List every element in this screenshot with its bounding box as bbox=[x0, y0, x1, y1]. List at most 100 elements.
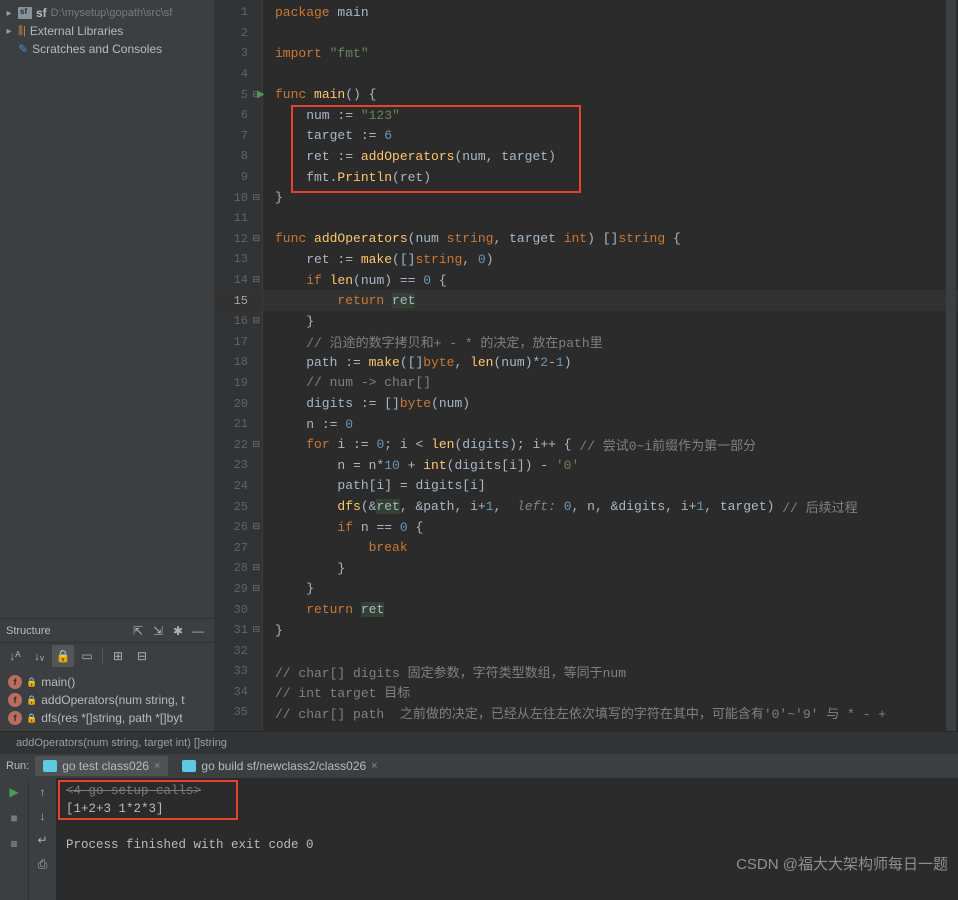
gutter-line[interactable]: 7 bbox=[215, 126, 262, 147]
code-line[interactable]: num := "123" bbox=[263, 105, 958, 126]
fold-icon[interactable]: ⊟ bbox=[252, 193, 260, 203]
gutter-line[interactable]: 2 bbox=[215, 23, 262, 44]
code-line[interactable]: } bbox=[263, 558, 958, 579]
gutter-line[interactable]: 27 bbox=[215, 537, 262, 558]
fold-icon[interactable]: ⊟ bbox=[252, 275, 260, 285]
code-line[interactable]: path := make([]byte, len(num)*2-1) bbox=[263, 352, 958, 373]
code-line[interactable]: return ret bbox=[263, 599, 958, 620]
layout-icon[interactable]: ≡ bbox=[4, 834, 24, 854]
chevron-right-icon[interactable]: ▸ bbox=[4, 26, 14, 37]
code-line[interactable]: func main() { bbox=[263, 84, 958, 105]
gutter-line[interactable]: 16⊟ bbox=[215, 311, 262, 332]
scratches[interactable]: ✎ Scratches and Consoles bbox=[0, 40, 214, 58]
external-libraries[interactable]: ▸ ⫼| External Libraries bbox=[0, 22, 214, 40]
code-line[interactable]: } bbox=[263, 620, 958, 641]
gutter-line[interactable]: 24 bbox=[215, 476, 262, 497]
close-icon[interactable]: × bbox=[371, 760, 377, 772]
up-icon[interactable]: ↑ bbox=[33, 782, 53, 802]
down-icon[interactable]: ↓ bbox=[33, 806, 53, 826]
code-line[interactable]: n = n*10 + int(digits[i]) - '0' bbox=[263, 455, 958, 476]
gutter-line[interactable]: 23 bbox=[215, 455, 262, 476]
wrap-icon[interactable]: ↵ bbox=[33, 830, 53, 850]
code-line[interactable] bbox=[263, 640, 958, 661]
gutter-line[interactable]: 5▶⊟ bbox=[215, 84, 262, 105]
scrollbar[interactable] bbox=[946, 0, 956, 731]
code-line[interactable]: target := 6 bbox=[263, 126, 958, 147]
gutter-line[interactable]: 6 bbox=[215, 105, 262, 126]
code-line[interactable]: break bbox=[263, 537, 958, 558]
structure-item[interactable]: f🔒addOperators(num string, t bbox=[0, 691, 214, 709]
code-line[interactable]: return ret bbox=[263, 290, 958, 311]
gutter-line[interactable]: 17 bbox=[215, 332, 262, 353]
code-line[interactable]: // char[] path 之前做的决定，已经从左往左依次填写的字符在其中，可… bbox=[263, 702, 958, 723]
fold-icon[interactable]: ⊟ bbox=[252, 90, 260, 100]
gutter-line[interactable]: 25 bbox=[215, 496, 262, 517]
code-line[interactable]: } bbox=[263, 311, 958, 332]
collapse-icon[interactable]: ⇲ bbox=[148, 621, 168, 641]
fold-icon[interactable]: ⊟ bbox=[252, 234, 260, 244]
structure-item[interactable]: f🔒dfs(res *[]string, path *[]byt bbox=[0, 709, 214, 727]
gutter-line[interactable]: 15 bbox=[215, 290, 262, 311]
breadcrumb-bar[interactable]: addOperators(num string, target int) []s… bbox=[0, 731, 958, 753]
fold-icon[interactable]: ⊟ bbox=[252, 625, 260, 635]
gutter-line[interactable]: 19 bbox=[215, 373, 262, 394]
code-line[interactable]: dfs(&ret, &path, i+1, left: 0, n, &digit… bbox=[263, 496, 958, 517]
sort-visibility-icon[interactable]: ↓ᵥ bbox=[28, 645, 50, 667]
gutter-line[interactable]: 22⊟ bbox=[215, 434, 262, 455]
code-line[interactable]: } bbox=[263, 187, 958, 208]
structure-item[interactable]: f🔒main() bbox=[0, 673, 214, 691]
fold-icon[interactable]: ⊟ bbox=[252, 440, 260, 450]
chevron-right-icon[interactable]: ▸ bbox=[4, 8, 14, 19]
gutter-line[interactable]: 11 bbox=[215, 208, 262, 229]
code-line[interactable]: } bbox=[263, 579, 958, 600]
gutter-line[interactable]: 3 bbox=[215, 43, 262, 64]
gutter-line[interactable]: 33 bbox=[215, 661, 262, 682]
gutter-line[interactable]: 34 bbox=[215, 682, 262, 703]
code-line[interactable]: fmt.Println(ret) bbox=[263, 167, 958, 188]
gutter-line[interactable]: 32 bbox=[215, 640, 262, 661]
gutter-line[interactable]: 4 bbox=[215, 64, 262, 85]
print-icon[interactable]: ⎙ bbox=[33, 854, 53, 874]
code-line[interactable]: // 沿途的数字拷贝和+ - * 的决定，放在path里 bbox=[263, 332, 958, 353]
collapse-all-icon[interactable]: ⊟ bbox=[131, 645, 153, 667]
code-line[interactable]: for i := 0; i < len(digits); i++ { // 尝试… bbox=[263, 434, 958, 455]
gutter-line[interactable]: 1 bbox=[215, 2, 262, 23]
filter-lock-icon[interactable]: 🔒 bbox=[52, 645, 74, 667]
code-line[interactable] bbox=[263, 23, 958, 44]
gear-icon[interactable]: ✱ bbox=[168, 621, 188, 641]
gutter-line[interactable]: 26⊟ bbox=[215, 517, 262, 538]
stop-icon[interactable]: ■ bbox=[4, 808, 24, 828]
rerun-icon[interactable]: ▶ bbox=[4, 782, 24, 802]
gutter-line[interactable]: 12⊟ bbox=[215, 229, 262, 250]
code-line[interactable]: if len(num) == 0 { bbox=[263, 270, 958, 291]
gutter-line[interactable]: 13 bbox=[215, 249, 262, 270]
code-line[interactable]: path[i] = digits[i] bbox=[263, 476, 958, 497]
code-line[interactable]: if n == 0 { bbox=[263, 517, 958, 538]
fold-icon[interactable]: ⊟ bbox=[252, 316, 260, 326]
gutter[interactable]: 12345▶⊟678910⊟1112⊟1314⊟1516⊟17181920212… bbox=[215, 0, 263, 731]
run-tab-inactive[interactable]: go build sf/newclass2/class026 × bbox=[174, 756, 385, 776]
code-line[interactable]: package main bbox=[263, 2, 958, 23]
hide-icon[interactable]: — bbox=[188, 621, 208, 641]
gutter-line[interactable]: 18 bbox=[215, 352, 262, 373]
run-tab-active[interactable]: go test class026 × bbox=[35, 756, 168, 776]
code-line[interactable]: func addOperators(num string, target int… bbox=[263, 229, 958, 250]
expand-icon[interactable]: ⇱ bbox=[128, 621, 148, 641]
gutter-line[interactable]: 21 bbox=[215, 414, 262, 435]
fold-icon[interactable]: ⊟ bbox=[252, 522, 260, 532]
close-icon[interactable]: × bbox=[154, 760, 160, 772]
gutter-line[interactable]: 35 bbox=[215, 702, 262, 723]
code-line[interactable]: // char[] digits 固定参数，字符类型数组，等同于num bbox=[263, 661, 958, 682]
expand-all-icon[interactable]: ⊞ bbox=[107, 645, 129, 667]
project-root[interactable]: ▸ sf D:\mysetup\gopath\src\sf bbox=[0, 4, 214, 22]
gutter-line[interactable]: 9 bbox=[215, 167, 262, 188]
sort-alpha-icon[interactable]: ↓ᴬ bbox=[4, 645, 26, 667]
run-console[interactable]: <4 go setup calls>[1+2+3 1*2*3]Process f… bbox=[56, 778, 958, 900]
code-body[interactable]: package mainimport "fmt"func main() { nu… bbox=[263, 0, 958, 731]
code-line[interactable]: digits := []byte(num) bbox=[263, 393, 958, 414]
code-line[interactable]: n := 0 bbox=[263, 414, 958, 435]
gutter-line[interactable]: 10⊟ bbox=[215, 187, 262, 208]
folder-view-icon[interactable]: ▭ bbox=[76, 645, 98, 667]
code-line[interactable] bbox=[263, 64, 958, 85]
gutter-line[interactable]: 28⊟ bbox=[215, 558, 262, 579]
